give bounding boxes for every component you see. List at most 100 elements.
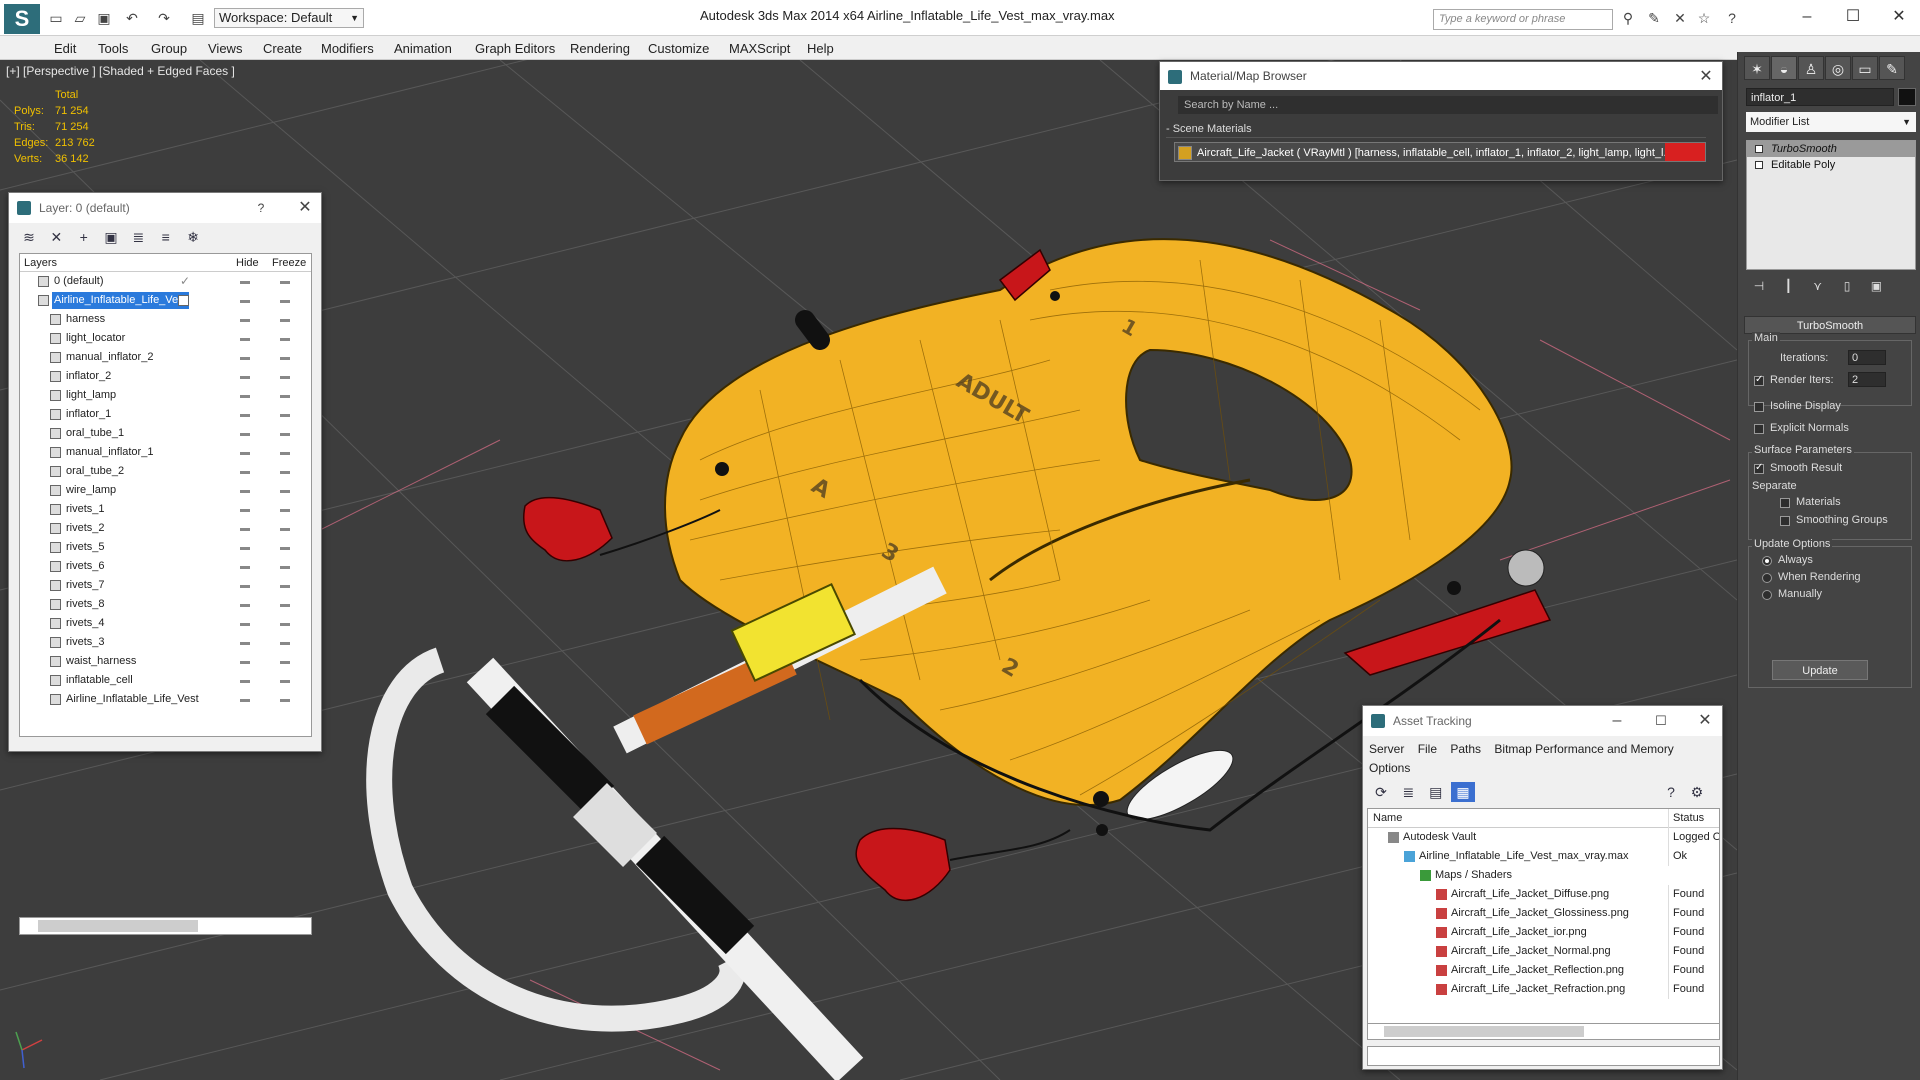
freeze-toggle[interactable]: ▬ [280,614,290,633]
hierarchy-tab-icon[interactable]: ♙ [1798,56,1824,80]
expand-icon[interactable] [1755,161,1763,169]
viewport-label[interactable]: [+] [Perspective ] [Shaded + Edged Faces… [6,64,235,78]
menu-options[interactable]: Options [1369,761,1410,775]
material-browser-titlebar[interactable]: Material/Map Browser ✕ [1160,62,1722,90]
menu-modifiers[interactable]: Modifiers [321,41,374,56]
search-input[interactable]: Type a keyword or phrase [1433,9,1613,30]
layer-row[interactable]: harness ▬ ▬ [20,310,311,329]
layer-row[interactable]: Airline_Inflatable_Life_Vest ▬ ▬ [20,690,311,709]
project-folder-icon[interactable]: ▤ [190,10,206,26]
always-radio[interactable] [1762,556,1772,566]
stack-item-turbosmooth[interactable]: TurboSmooth [1747,141,1915,157]
layer-row[interactable]: 0 (default) ✓ ▬ ▬ [20,272,311,291]
hide-toggle[interactable]: ▬ [240,576,250,595]
hide-toggle[interactable]: ▬ [240,633,250,652]
hide-toggle[interactable]: ▬ [240,690,250,709]
hide-toggle[interactable]: ▬ [240,519,250,538]
close-icon[interactable]: ✕ [291,193,319,223]
iterations-spinner[interactable]: 0 [1848,350,1886,365]
layer-row[interactable]: rivets_7 ▬ ▬ [20,576,311,595]
render-iters-spinner[interactable]: 2 [1848,372,1886,387]
hide-toggle[interactable]: ▬ [240,614,250,633]
modify-tab-icon[interactable]: ◒ [1771,56,1797,80]
freeze-toggle[interactable]: ▬ [280,576,290,595]
refresh-icon[interactable]: ⟳ [1369,782,1393,802]
subscription-icon[interactable]: ✎ [1646,10,1662,26]
freeze-toggle[interactable]: ▬ [280,348,290,367]
select-layers-icon[interactable]: ≣ [126,227,150,247]
layer-row[interactable]: inflator_1 ▬ ▬ [20,405,311,424]
smoothing-groups-checkbox[interactable] [1780,516,1790,526]
freeze-toggle[interactable]: ▬ [280,500,290,519]
menu-help[interactable]: Help [807,41,834,56]
hide-all-icon[interactable]: ≡ [154,227,178,247]
manually-radio[interactable] [1762,590,1772,600]
object-color-swatch[interactable] [1898,88,1916,106]
show-end-result-icon[interactable]: ┃ [1775,276,1801,296]
layer-row[interactable]: light_lamp ▬ ▬ [20,386,311,405]
layer-row[interactable]: manual_inflator_2 ▬ ▬ [20,348,311,367]
add-to-layer-icon[interactable]: + [72,227,96,247]
hide-toggle[interactable]: ▬ [240,462,250,481]
freeze-toggle[interactable]: ▬ [280,557,290,576]
menu-paths[interactable]: Paths [1450,742,1481,756]
hide-toggle[interactable]: ▬ [240,405,250,424]
hide-toggle[interactable]: ▬ [240,348,250,367]
menu-graph-editors[interactable]: Graph Editors [475,41,555,56]
menu-server[interactable]: Server [1369,742,1404,756]
layer-row[interactable]: light_locator ▬ ▬ [20,329,311,348]
hide-toggle[interactable]: ▬ [240,386,250,405]
menu-tools[interactable]: Tools [98,41,128,56]
table-view-icon[interactable]: ▦ [1451,782,1476,802]
asset-row[interactable]: Airline_Inflatable_Life_Vest_max_vray.ma… [1368,847,1719,866]
layer-row[interactable]: rivets_3 ▬ ▬ [20,633,311,652]
freeze-toggle[interactable]: ▬ [280,424,290,443]
undo-icon[interactable]: ↶ [124,10,140,26]
close-icon[interactable]: ✕ [1691,706,1719,736]
scrollbar-thumb[interactable] [38,920,198,932]
object-name-field[interactable]: inflator_1 [1746,88,1894,106]
when-rendering-radio[interactable] [1762,573,1772,583]
current-layer-box-icon[interactable] [178,295,189,306]
menu-edit[interactable]: Edit [54,41,76,56]
favorites-star-icon[interactable]: ☆ [1696,10,1712,26]
freeze-toggle[interactable]: ▬ [280,329,290,348]
material-item[interactable]: Aircraft_Life_Jacket ( VRayMtl ) [harnes… [1174,142,1706,162]
maximize-button[interactable]: ☐ [1838,6,1868,28]
menu-bitmap-performance[interactable]: Bitmap Performance and Memory [1494,742,1673,756]
hide-toggle[interactable]: ▬ [240,310,250,329]
freeze-toggle[interactable]: ▬ [280,595,290,614]
freeze-toggle[interactable]: ▬ [280,481,290,500]
layer-row[interactable]: rivets_8 ▬ ▬ [20,595,311,614]
menu-customize[interactable]: Customize [648,41,709,56]
active-layer-check-icon[interactable]: ✓ [180,272,190,291]
asset-row[interactable]: Aircraft_Life_Jacket_Diffuse.png Found [1368,885,1719,904]
material-search-input[interactable]: Search by Name ... [1178,96,1718,114]
hide-toggle[interactable]: ▬ [240,272,250,291]
layer-row[interactable]: rivets_1 ▬ ▬ [20,500,311,519]
create-layer-icon[interactable]: ≋ [17,227,41,247]
light-bulb-icon[interactable] [1755,145,1763,153]
hide-toggle[interactable]: ▬ [240,291,250,310]
modifier-list-dropdown[interactable]: Modifier List ▼ [1746,112,1916,132]
menu-maxscript[interactable]: MAXScript [729,41,790,56]
freeze-toggle[interactable]: ▬ [280,538,290,557]
scrollbar-thumb[interactable] [1384,1026,1584,1037]
layer-row[interactable]: Airline_Inflatable_Life_Vest ▬ ▬ [20,291,311,310]
asset-tracking-titlebar[interactable]: Asset Tracking – ☐ ✕ [1363,706,1722,736]
make-unique-icon[interactable]: ⋎ [1805,276,1831,296]
remove-modifier-icon[interactable]: ▯ [1834,276,1860,296]
menu-create[interactable]: Create [263,41,302,56]
layer-row[interactable]: inflator_2 ▬ ▬ [20,367,311,386]
asset-row[interactable]: Aircraft_Life_Jacket_Glossiness.png Found [1368,904,1719,923]
menu-views[interactable]: Views [208,41,242,56]
freeze-toggle[interactable]: ▬ [280,310,290,329]
minimize-button[interactable]: – [1792,6,1822,28]
column-name[interactable]: Name [1373,809,1402,828]
display-tab-icon[interactable]: ▭ [1852,56,1878,80]
thumbnail-view-icon[interactable]: ▤ [1424,782,1448,802]
horizontal-scrollbar[interactable] [19,917,312,935]
freeze-toggle[interactable]: ▬ [280,519,290,538]
asset-row[interactable]: Autodesk Vault Logged O [1368,828,1719,847]
freeze-toggle[interactable]: ▬ [280,272,290,291]
